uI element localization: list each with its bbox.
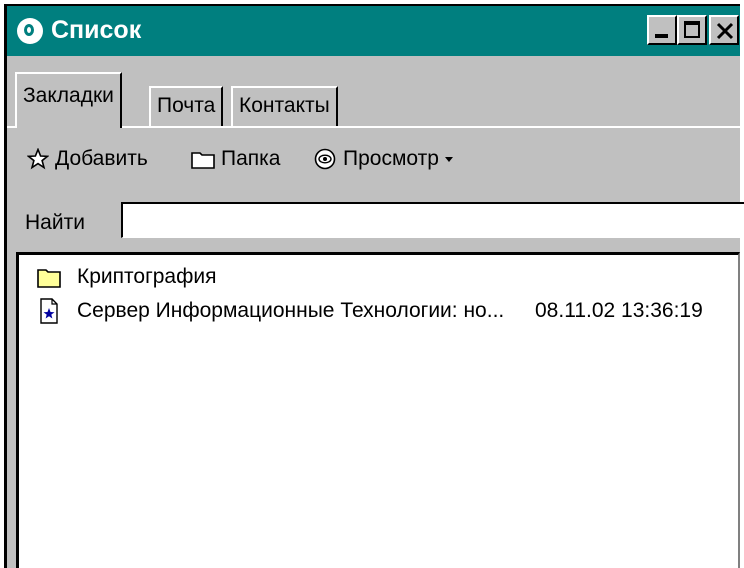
eye-icon (314, 148, 336, 170)
toolbar: Добавить Папка Просмотр (7, 132, 740, 182)
list-item[interactable]: Сервер Информационные Технологии: но... (37, 297, 504, 325)
add-button-label: Добавить (55, 147, 148, 170)
list-item-date: 08.11.02 13:36:19 (535, 299, 703, 322)
tab-mail[interactable]: Почта (149, 86, 224, 128)
star-icon (27, 148, 49, 170)
list-item[interactable]: Криптография (37, 263, 216, 291)
minimize-button[interactable] (647, 15, 677, 45)
search-row: Найти (7, 196, 744, 244)
add-button[interactable]: Добавить (27, 146, 148, 172)
new-folder-button[interactable]: Папка (191, 146, 280, 172)
bookmark-list[interactable]: Криптография Сервер Информационные Техно… (16, 252, 740, 568)
new-folder-button-label: Папка (221, 147, 281, 170)
folder-icon (191, 152, 215, 169)
chevron-down-icon (444, 157, 453, 162)
view-button-label: Просмотр (343, 147, 439, 170)
folder-icon (37, 269, 61, 288)
search-input[interactable] (121, 202, 744, 238)
tab-contacts[interactable]: Контакты (231, 86, 338, 128)
close-icon (716, 22, 734, 40)
document-star-icon (40, 298, 58, 324)
tab-strip: Закладки Почта Контакты (7, 58, 740, 128)
window-title: Список (51, 16, 142, 44)
close-button[interactable] (709, 15, 739, 45)
view-button[interactable]: Просмотр (313, 146, 455, 172)
search-label: Найти (25, 211, 85, 234)
maximize-button[interactable] (677, 15, 707, 45)
app-icon (17, 18, 43, 44)
list-item-title: Криптография (77, 265, 217, 288)
list-item-title: Сервер Информационные Технологии: но... (77, 299, 505, 322)
title-bar[interactable]: Список (7, 6, 740, 56)
tab-bookmarks[interactable]: Закладки (15, 72, 122, 128)
